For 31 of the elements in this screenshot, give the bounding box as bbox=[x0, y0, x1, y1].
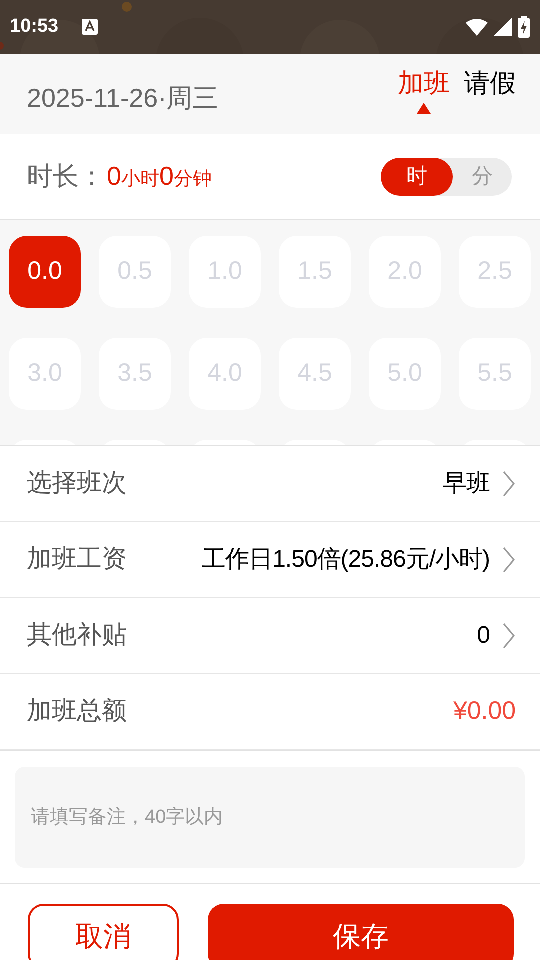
chevron-right-icon bbox=[502, 622, 516, 648]
battery-icon bbox=[518, 16, 530, 38]
tab[interactable]: 请假 bbox=[464, 66, 516, 114]
signal-icon bbox=[494, 18, 512, 36]
row-value: ¥0.00 bbox=[453, 696, 516, 727]
status-time: 10:53 bbox=[10, 14, 59, 39]
chevron-right-icon bbox=[502, 470, 516, 496]
row-value: 工作日1.50倍(25.86元/小时) bbox=[202, 544, 490, 574]
duration-value: 0小时0分钟 bbox=[107, 160, 212, 193]
tab[interactable]: 加班 bbox=[398, 66, 450, 114]
row-label: 加班总额 bbox=[27, 696, 127, 727]
duration-label: 时长： bbox=[27, 160, 105, 193]
row-value: 0 bbox=[477, 620, 490, 650]
cancel-button[interactable]: 取消 bbox=[28, 904, 179, 960]
keyboard-notification-icon bbox=[82, 19, 98, 35]
note-field[interactable]: 请填写备注，40字以内 bbox=[15, 767, 525, 868]
row-value: 早班 bbox=[443, 468, 490, 498]
date-label: 2025-11-26·周三 bbox=[27, 82, 219, 115]
row-label: 其他补贴 bbox=[27, 620, 127, 651]
indicator-icon bbox=[417, 103, 431, 114]
wifi-icon bbox=[466, 18, 488, 36]
list-row[interactable]: 选择班次 早班 bbox=[0, 446, 540, 522]
hour-option[interactable]: 0.0 bbox=[9, 236, 81, 308]
chevron-right-icon bbox=[502, 546, 516, 572]
unit-option[interactable]: 时 bbox=[381, 158, 453, 196]
list-row[interactable]: 其他补贴 0 bbox=[0, 598, 540, 674]
unit-option[interactable]: 分 bbox=[453, 158, 512, 196]
row-label: 加班工资 bbox=[27, 544, 127, 575]
list-row[interactable]: 加班工资 工作日1.50倍(25.86元/小时) bbox=[0, 522, 540, 598]
row-label: 选择班次 bbox=[27, 468, 127, 499]
save-button[interactable]: 保存 bbox=[208, 904, 514, 960]
